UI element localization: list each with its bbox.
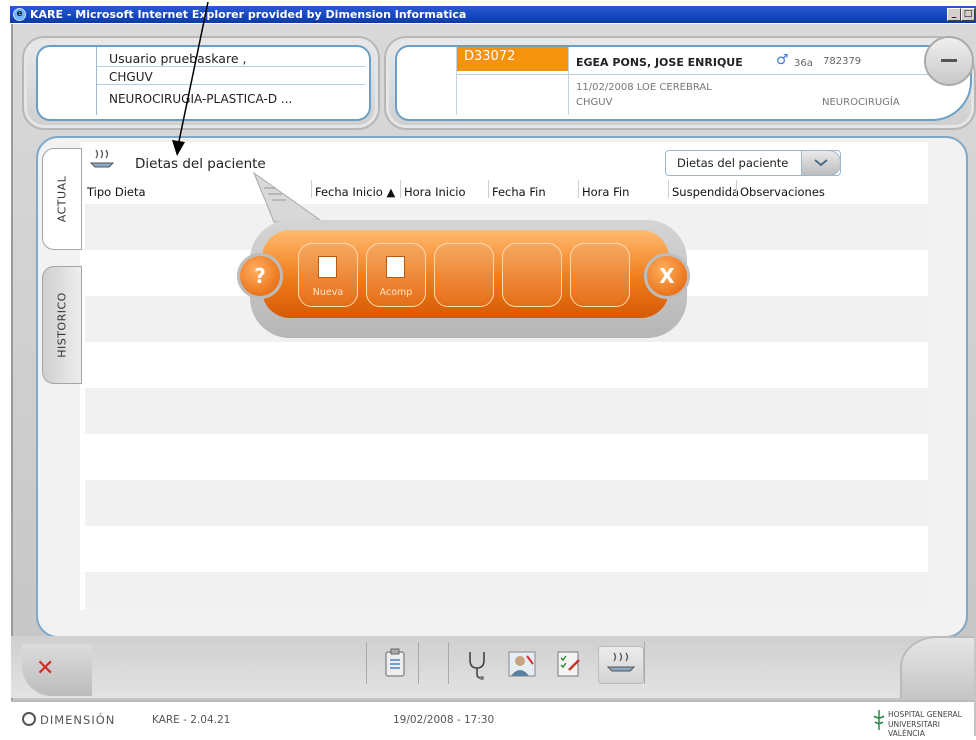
user-line-2 <box>97 84 365 85</box>
minus-icon <box>941 59 957 62</box>
table-row[interactable] <box>85 572 928 612</box>
companion-diet-button[interactable]: Acomp <box>366 243 426 307</box>
user-box-divider <box>96 47 97 115</box>
close-popup-button[interactable]: X <box>644 253 690 299</box>
empty-tool-slot <box>502 243 562 307</box>
user-line-1 <box>97 66 365 67</box>
brand-name: DIMENSIÓN <box>40 713 116 727</box>
column-header[interactable]: Hora Inicio <box>404 185 466 199</box>
toolbar-separator <box>366 642 367 684</box>
window-title-bar: e KARE - Microsoft Internet Explorer pro… <box>10 6 976 23</box>
corner-decoration <box>900 636 974 698</box>
toolbar-separator <box>448 642 449 684</box>
stethoscope-icon[interactable] <box>460 646 494 682</box>
window-title: KARE - Microsoft Internet Explorer provi… <box>30 8 467 21</box>
popup-pointer <box>252 171 322 223</box>
user-center: CHGUV <box>109 70 153 84</box>
column-separator <box>668 180 669 198</box>
table-row[interactable] <box>85 342 928 388</box>
tab-historico[interactable]: HISTORICO <box>42 266 82 384</box>
help-button[interactable]: ? <box>237 253 283 299</box>
document-icon <box>318 256 337 278</box>
minimize-icon[interactable]: _ <box>947 8 961 21</box>
patient-box-divider-2 <box>568 47 569 115</box>
table-row[interactable] <box>85 434 928 480</box>
diet-toolbar-button[interactable] <box>598 646 644 684</box>
tab-historico-label: HISTORICO <box>55 292 69 358</box>
patient-id: 782379 <box>823 56 862 67</box>
column-header[interactable]: Hora Fin <box>582 185 629 199</box>
episode-number: D33072 <box>464 49 516 64</box>
episode-badge: D33072 <box>457 47 568 71</box>
document-icon <box>386 256 405 278</box>
table-row[interactable] <box>85 480 928 526</box>
collapse-button[interactable] <box>924 36 974 86</box>
patient-service: NEUROCIRUGÍA <box>822 97 900 108</box>
tab-actual-label: ACTUAL <box>55 175 69 223</box>
maximize-icon[interactable]: □ <box>961 8 975 21</box>
clipboard-icon[interactable] <box>378 646 412 682</box>
column-separator <box>736 180 737 198</box>
table-row[interactable] <box>85 388 928 434</box>
toolbar-separator <box>418 642 419 684</box>
status-datetime: 19/02/2008 - 17:30 <box>393 714 495 726</box>
column-separator <box>578 180 579 198</box>
hospital-logo-icon <box>873 710 885 730</box>
ie-logo-icon: e <box>13 8 26 21</box>
column-header[interactable]: Observaciones <box>740 185 825 199</box>
patient-age: 36a <box>794 58 813 69</box>
column-header[interactable]: Suspendida <box>672 185 739 199</box>
hospital-name-line2: UNIVERSITARI VALÈNCIA <box>888 720 940 738</box>
column-separator <box>488 180 489 198</box>
dimension-logo-icon <box>22 712 36 726</box>
section-dropdown-value: Dietas del paciente <box>677 156 789 170</box>
diet-icon <box>89 148 115 172</box>
patient-center: CHGUV <box>576 97 613 108</box>
empty-tool-slot <box>570 243 630 307</box>
checklist-icon[interactable] <box>552 646 586 682</box>
left-margin <box>0 24 9 738</box>
column-header[interactable]: Tipo Dieta <box>87 185 146 199</box>
chevron-down-icon[interactable] <box>801 150 841 176</box>
doctor-icon[interactable] <box>505 646 539 682</box>
new-diet-label: Nueva <box>312 287 344 298</box>
companion-diet-label: Acomp <box>379 287 413 298</box>
exit-button[interactable]: ✕ <box>22 644 92 696</box>
annotation-arrow <box>172 1 209 156</box>
empty-tool-slot <box>434 243 494 307</box>
column-header[interactable]: Fecha Fin <box>492 185 546 199</box>
tab-actual[interactable]: ACTUAL <box>42 148 82 250</box>
table-row[interactable] <box>85 526 928 572</box>
patient-line <box>457 74 937 75</box>
toolbar-separator <box>644 642 645 684</box>
column-separator <box>400 180 401 198</box>
section-dropdown[interactable]: Dietas del paciente <box>665 150 841 176</box>
patient-name: EGEA PONS, JOSE ENRIQUE <box>576 56 743 69</box>
patient-date-diagnosis: 11/02/2008 LOE CEREBRAL <box>576 82 712 93</box>
male-icon: ♂ <box>776 52 789 68</box>
app-version: KARE - 2.04.21 <box>152 714 231 726</box>
new-diet-button[interactable]: Nueva <box>298 243 358 307</box>
hospital-name-line1: HOSPITAL GENERAL <box>888 710 962 719</box>
close-icon: ✕ <box>36 656 55 681</box>
